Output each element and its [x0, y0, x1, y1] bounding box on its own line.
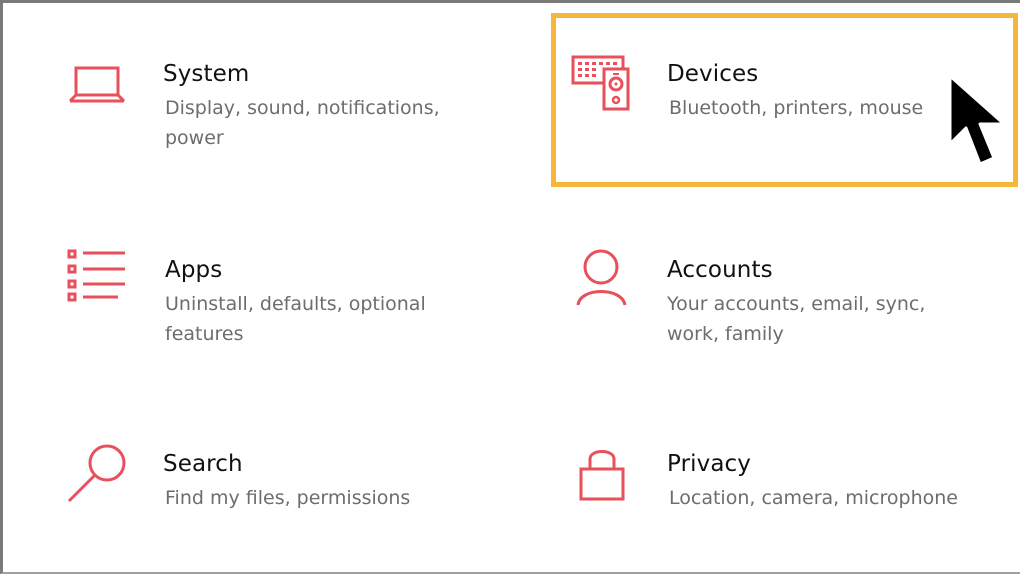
- person-icon: [575, 249, 639, 313]
- settings-tile-apps[interactable]: Apps Uninstall, defaults, optional featu…: [67, 249, 467, 367]
- apps-list-icon: [67, 249, 131, 313]
- tile-desc-system: Display, sound, notifications, power: [165, 97, 440, 149]
- settings-tile-system[interactable]: System Display, sound, notifications, po…: [67, 61, 467, 171]
- settings-tile-accounts[interactable]: Accounts Your accounts, email, sync, wor…: [575, 249, 975, 367]
- search-icon: [67, 444, 131, 509]
- tile-desc-accounts: Your accounts, email, sync, work, family: [667, 293, 926, 345]
- tile-desc-privacy: Location, camera, microphone: [669, 487, 958, 509]
- arrow-cursor-icon: [946, 74, 1006, 170]
- tile-desc-search: Find my files, permissions: [165, 487, 411, 509]
- lock-icon: [579, 443, 643, 507]
- settings-tile-privacy[interactable]: Privacy Location, camera, microphone: [579, 450, 979, 561]
- settings-tile-search[interactable]: Search Find my files, permissions: [67, 444, 467, 561]
- tile-title-system: System: [163, 61, 250, 87]
- tile-title-search: Search: [163, 451, 243, 477]
- tile-title-privacy: Privacy: [667, 451, 751, 477]
- tile-title-accounts: Accounts: [667, 257, 773, 283]
- tile-desc-apps: Uninstall, defaults, optional features: [165, 293, 426, 345]
- laptop-icon: [67, 65, 131, 129]
- tile-title-apps: Apps: [165, 257, 223, 283]
